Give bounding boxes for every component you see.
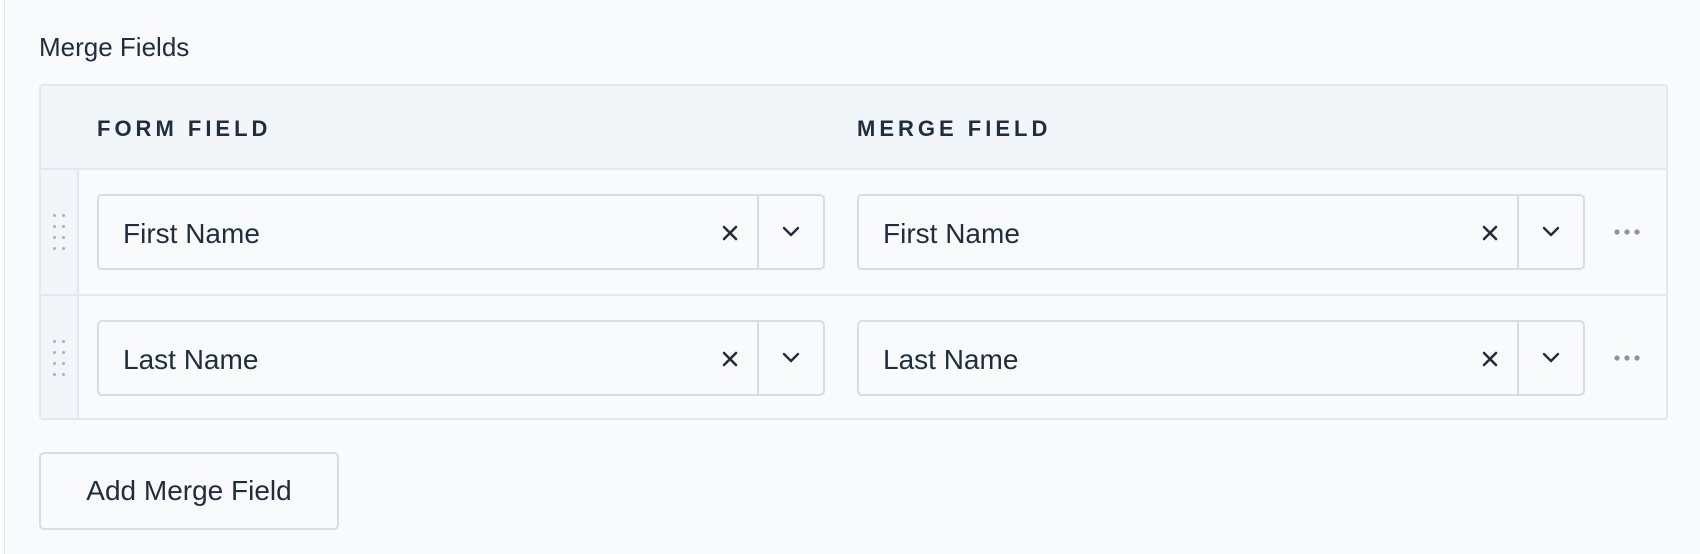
merge-field-select[interactable]: Last Name [857,320,1585,396]
drag-handle-icon [53,214,67,250]
close-icon[interactable] [1475,344,1505,374]
merge-fields-panel: Merge Fields FORM FIELD MERGE FIELD Firs… [4,0,1700,554]
column-header-form-field: FORM FIELD [97,116,272,141]
more-horizontal-icon[interactable] [1609,346,1645,370]
merge-field-value: First Name [883,218,1020,249]
more-horizontal-icon[interactable] [1609,220,1645,244]
close-icon[interactable] [715,344,745,374]
merge-field-value: Last Name [883,344,1019,375]
close-icon[interactable] [1475,218,1505,248]
table-row: Last Name Last Name [41,296,1666,418]
form-field-value: Last Name [123,344,259,375]
chevron-down-icon[interactable] [757,322,823,394]
merge-field-select[interactable]: First Name [857,194,1585,270]
close-icon[interactable] [715,218,745,248]
section-title: Merge Fields [39,32,190,62]
drag-handle[interactable] [41,296,79,418]
add-merge-field-button[interactable]: Add Merge Field [39,452,339,530]
chevron-down-icon[interactable] [757,196,823,268]
form-field-value: First Name [123,218,260,249]
table-row: First Name First Name [41,170,1666,296]
chevron-down-icon[interactable] [1517,196,1583,268]
drag-handle-icon [53,340,67,376]
form-field-select[interactable]: First Name [97,194,825,270]
drag-handle[interactable] [41,170,79,294]
chevron-down-icon[interactable] [1517,322,1583,394]
table-header: FORM FIELD MERGE FIELD [41,86,1666,170]
column-header-merge-field: MERGE FIELD [857,116,1052,141]
form-field-select[interactable]: Last Name [97,320,825,396]
merge-fields-table: FORM FIELD MERGE FIELD First Name First … [39,84,1668,420]
